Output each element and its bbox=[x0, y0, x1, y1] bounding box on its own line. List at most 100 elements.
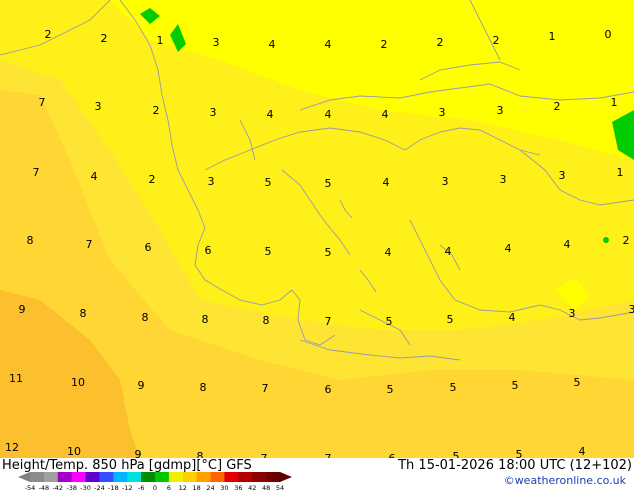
scale-swatch bbox=[113, 472, 128, 482]
temperature-label: 4 bbox=[267, 108, 274, 121]
scale-swatch bbox=[210, 472, 225, 482]
color-scale: -54 -48 -42 -38 -30 -24 -18 -12 -6 0 6 12 18 24 30 36 42… bbox=[18, 472, 292, 490]
scale-tick-label: -54 bbox=[25, 484, 36, 490]
scale-tick-label: -30 bbox=[80, 484, 91, 490]
scale-tick-label: 36 bbox=[234, 484, 242, 490]
footer: Height/Temp. 850 hPa [gdmp][°C] GFS Th 1… bbox=[0, 458, 634, 490]
temperature-label: 7 bbox=[86, 238, 93, 251]
temperature-label: 3 bbox=[559, 169, 566, 182]
temperature-label: 6 bbox=[325, 383, 332, 396]
temperature-label: 3 bbox=[439, 106, 446, 119]
temperature-label: 5 bbox=[447, 313, 454, 326]
scale-swatch bbox=[127, 472, 142, 482]
temperature-label: 5 bbox=[450, 381, 457, 394]
temperature-label: 2 bbox=[437, 36, 444, 49]
temperature-label: 4 bbox=[383, 176, 390, 189]
scale-swatch bbox=[168, 472, 184, 482]
temperature-label: 5 bbox=[386, 315, 393, 328]
temperature-label: 5 bbox=[453, 450, 460, 458]
scale-tick-label: 6 bbox=[167, 484, 171, 490]
temperature-label: 3 bbox=[208, 175, 215, 188]
temperature-label: 8 bbox=[27, 234, 34, 247]
scale-tick-label: 12 bbox=[179, 484, 187, 490]
temperature-label: 1 bbox=[157, 34, 164, 47]
scale-swatch bbox=[196, 472, 212, 482]
temperature-label: 1 bbox=[611, 96, 618, 109]
temperature-label: 4 bbox=[564, 238, 571, 251]
temperature-label: 4 bbox=[385, 246, 392, 259]
temperature-label: 2 bbox=[381, 38, 388, 51]
scale-swatch bbox=[99, 472, 114, 482]
temperature-label: 10 bbox=[71, 376, 85, 389]
scale-swatch bbox=[57, 472, 73, 482]
map-datetime: Th 15-01-2026 18:00 UTC (12+102) bbox=[398, 458, 632, 473]
scale-tick-label: 30 bbox=[220, 484, 228, 490]
scale-swatch bbox=[224, 472, 239, 482]
temperature-label: 2 bbox=[493, 34, 500, 47]
temperature-label: 4 bbox=[509, 311, 516, 324]
map-title: Height/Temp. 850 hPa [gdmp][°C] GFS bbox=[2, 458, 252, 473]
scale-tick-label: -12 bbox=[122, 484, 133, 490]
temperature-label: 8 bbox=[263, 314, 270, 327]
scale-tick-label: 48 bbox=[262, 484, 270, 490]
temperature-label: 9 bbox=[135, 448, 142, 458]
temperature-label: 4 bbox=[325, 38, 332, 51]
temperature-label: 4 bbox=[91, 170, 98, 183]
temperature-label: 3 bbox=[569, 307, 576, 320]
temperature-label: 10 bbox=[67, 445, 81, 458]
temperature-label: 1 bbox=[549, 30, 556, 43]
temperature-label: 3 bbox=[629, 303, 634, 316]
temperature-label: 9 bbox=[138, 379, 145, 392]
temperature-label: 8 bbox=[142, 311, 149, 324]
scale-tick-label: 18 bbox=[193, 484, 201, 490]
temperature-label: 4 bbox=[269, 38, 276, 51]
temperature-label: 0 bbox=[605, 28, 612, 41]
temperature-label: 6 bbox=[205, 244, 212, 257]
temperature-label: 5 bbox=[387, 383, 394, 396]
temperature-label: 5 bbox=[265, 176, 272, 189]
temperature-label: 3 bbox=[213, 36, 220, 49]
temperature-label: 2 bbox=[153, 104, 160, 117]
scale-tick-label: -38 bbox=[66, 484, 77, 490]
scale-swatch bbox=[252, 472, 267, 482]
scale-tick-label: -42 bbox=[52, 484, 63, 490]
temperature-label: 6 bbox=[145, 241, 152, 254]
scale-tick-label: -24 bbox=[94, 484, 105, 490]
temperature-label: 4 bbox=[579, 445, 586, 458]
temperature-label: 4 bbox=[445, 245, 452, 258]
scale-tick-label: -48 bbox=[39, 484, 50, 490]
scale-tick-label: 42 bbox=[248, 484, 256, 490]
weather-map-screen: 2213442221073234443321742355433318766554… bbox=[0, 0, 634, 490]
temperature-label: 5 bbox=[325, 246, 332, 259]
temperature-label: 3 bbox=[442, 175, 449, 188]
scale-left-arrow bbox=[18, 472, 30, 482]
temperature-label: 5 bbox=[265, 245, 272, 258]
temperature-label: 7 bbox=[39, 96, 46, 109]
temperature-label: 7 bbox=[33, 166, 40, 179]
scale-swatch bbox=[30, 472, 45, 482]
temperature-label: 11 bbox=[9, 372, 23, 385]
temperature-label: 3 bbox=[500, 173, 507, 186]
scale-tick-label: 54 bbox=[276, 484, 284, 490]
temperature-label: 7 bbox=[325, 315, 332, 328]
temperature-label: 12 bbox=[5, 441, 19, 454]
temperature-label: 1 bbox=[617, 166, 624, 179]
scale-right-arrow bbox=[280, 472, 292, 482]
scale-tick-label: -6 bbox=[138, 484, 144, 490]
scale-swatch bbox=[182, 472, 198, 482]
scale-swatch bbox=[266, 472, 281, 482]
temperature-label: 2 bbox=[149, 173, 156, 186]
credit-link[interactable]: ©weatheronline.co.uk bbox=[504, 474, 626, 487]
temperature-label: 4 bbox=[382, 108, 389, 121]
temperature-label: 2 bbox=[45, 28, 52, 41]
scale-swatch bbox=[141, 472, 156, 482]
scale-swatch bbox=[155, 472, 170, 482]
temperature-label: 2 bbox=[554, 100, 561, 113]
temperature-label: 8 bbox=[202, 313, 209, 326]
scale-swatch bbox=[43, 472, 59, 482]
temperature-label: 8 bbox=[80, 307, 87, 320]
temperature-map: 2 2 1 3 4 4 2 2 2 1 07 3 2 3 4 4 4 3 3 2 17 4 2 3 5 5 4 3 3 3 18 7 6 6 5 5 4… bbox=[0, 0, 634, 458]
temperature-label: 2 bbox=[101, 32, 108, 45]
temperature-label: 3 bbox=[210, 106, 217, 119]
temperature-label: 5 bbox=[512, 379, 519, 392]
